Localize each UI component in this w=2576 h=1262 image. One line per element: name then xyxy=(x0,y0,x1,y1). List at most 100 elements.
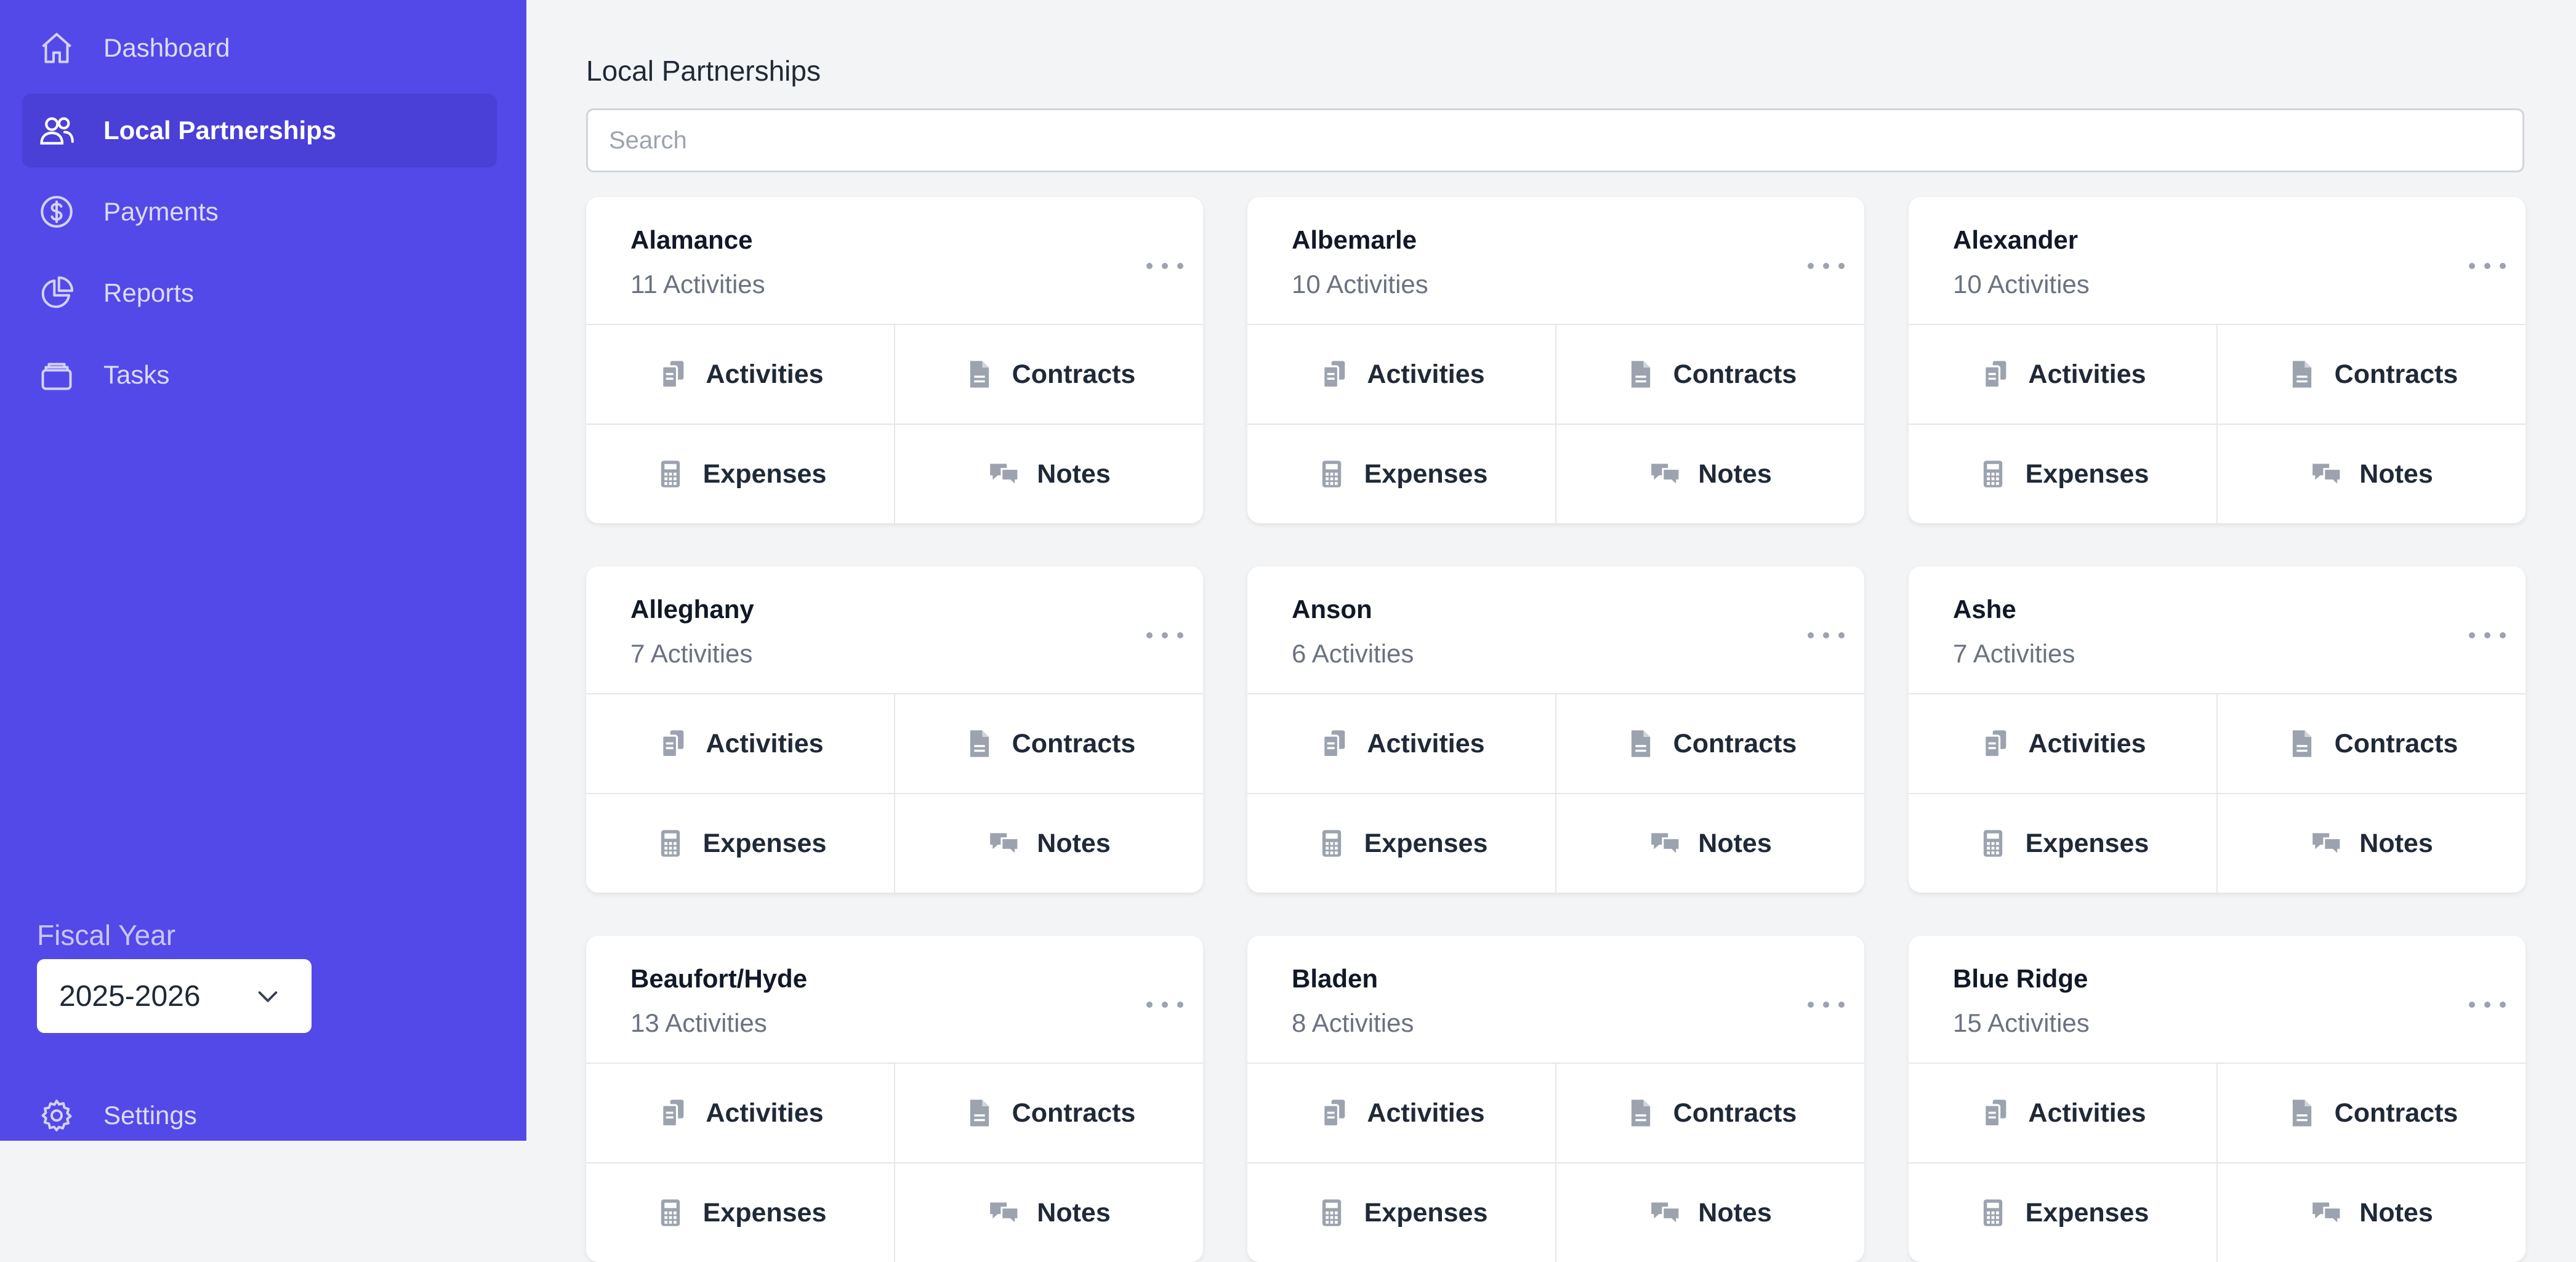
notes-button[interactable]: Notes xyxy=(1556,1164,1864,1262)
expenses-button[interactable]: Expenses xyxy=(1909,1164,2216,1262)
activity-count: 6 Activities xyxy=(1292,639,1414,668)
activities-button[interactable]: Activities xyxy=(586,325,894,424)
activities-button[interactable]: Activities xyxy=(1247,694,1555,793)
fiscal-year-label: Fiscal Year xyxy=(37,919,176,951)
more-options-button[interactable] xyxy=(1146,623,1183,648)
expenses-button[interactable]: Expenses xyxy=(586,425,894,523)
notes-button[interactable]: Notes xyxy=(1556,425,1864,523)
expenses-button[interactable]: Expenses xyxy=(1247,794,1555,893)
notes-button[interactable]: Notes xyxy=(895,794,1203,893)
dot-icon xyxy=(1838,263,1845,269)
activities-label: Activities xyxy=(706,359,824,389)
activity-count: 10 Activities xyxy=(1953,270,2090,299)
activities-icon xyxy=(1318,727,1351,760)
activities-button[interactable]: Activities xyxy=(1909,694,2216,793)
contracts-label: Contracts xyxy=(2334,728,2458,758)
more-options-button[interactable] xyxy=(1808,623,1845,648)
expenses-button[interactable]: Expenses xyxy=(1909,794,2216,893)
more-options-button[interactable] xyxy=(1808,992,1845,1017)
comments-icon xyxy=(2310,457,2343,491)
notes-button[interactable]: Notes xyxy=(895,425,1203,523)
expenses-button[interactable]: Expenses xyxy=(1247,1164,1555,1262)
comments-icon xyxy=(988,827,1021,860)
contracts-label: Contracts xyxy=(1012,359,1136,389)
dot-icon xyxy=(1146,263,1153,269)
more-options-button[interactable] xyxy=(1808,254,1845,278)
contracts-button[interactable]: Contracts xyxy=(895,325,1203,424)
dot-icon xyxy=(1838,1002,1845,1008)
activities-button[interactable]: Activities xyxy=(586,694,894,793)
dot-icon xyxy=(2484,263,2490,269)
activities-button[interactable]: Activities xyxy=(586,1064,894,1162)
fiscal-year-select[interactable]: 2025-2026 xyxy=(37,959,312,1033)
sidebar-item-settings[interactable]: Settings xyxy=(22,1079,497,1152)
notes-label: Notes xyxy=(1037,1197,1111,1228)
activities-button[interactable]: Activities xyxy=(1909,325,2216,424)
partnership-name: Alexander xyxy=(1953,225,2079,254)
contracts-button[interactable]: Contracts xyxy=(895,694,1203,793)
sidebar-item-local-partnerships[interactable]: Local Partnerships xyxy=(22,94,497,167)
dot-icon xyxy=(1162,632,1168,638)
more-options-button[interactable] xyxy=(1146,254,1183,278)
expenses-label: Expenses xyxy=(2025,828,2149,858)
activities-icon xyxy=(1318,1096,1351,1130)
more-options-button[interactable] xyxy=(2469,623,2506,648)
sidebar-item-payments[interactable]: Payments xyxy=(22,175,497,249)
dot-icon xyxy=(2469,1002,2475,1008)
expenses-button[interactable]: Expenses xyxy=(586,794,894,893)
expenses-button[interactable]: Expenses xyxy=(1909,425,2216,523)
activities-label: Activities xyxy=(2028,1098,2146,1128)
sidebar-item-tasks[interactable]: Tasks xyxy=(22,338,497,412)
contracts-button[interactable]: Contracts xyxy=(895,1064,1203,1162)
contracts-button[interactable]: Contracts xyxy=(2218,1064,2526,1162)
expenses-button[interactable]: Expenses xyxy=(1247,425,1555,523)
expenses-label: Expenses xyxy=(702,1197,827,1228)
expenses-label: Expenses xyxy=(1364,828,1488,858)
notes-button[interactable]: Notes xyxy=(1556,794,1864,893)
activities-button[interactable]: Activities xyxy=(1909,1064,2216,1162)
contracts-button[interactable]: Contracts xyxy=(2218,694,2526,793)
notes-button[interactable]: Notes xyxy=(2218,425,2526,523)
notes-button[interactable]: Notes xyxy=(895,1164,1203,1262)
contracts-button[interactable]: Contracts xyxy=(1556,694,1864,793)
contracts-button[interactable]: Contracts xyxy=(1556,325,1864,424)
search-input[interactable] xyxy=(586,108,2524,172)
dot-icon xyxy=(2469,263,2475,269)
calculator-icon xyxy=(1315,1196,1348,1229)
dot-icon xyxy=(2500,1002,2506,1008)
contracts-button[interactable]: Contracts xyxy=(1556,1064,1864,1162)
contracts-label: Contracts xyxy=(1673,728,1797,758)
dot-icon xyxy=(1162,263,1168,269)
dot-icon xyxy=(1162,1002,1168,1008)
activities-button[interactable]: Activities xyxy=(1247,1064,1555,1162)
page-title: Local Partnerships xyxy=(586,55,821,87)
calculator-icon xyxy=(1315,827,1348,860)
document-icon xyxy=(2285,727,2319,760)
sidebar-item-dashboard[interactable]: Dashboard xyxy=(22,11,497,85)
expenses-label: Expenses xyxy=(2025,459,2149,489)
partnership-card: Albemarle 10 Activities Activities Contr… xyxy=(1247,197,1864,523)
partnership-name: Alleghany xyxy=(630,595,754,624)
contracts-button[interactable]: Contracts xyxy=(2218,325,2526,424)
partnership-name: Blue Ridge xyxy=(1953,964,2088,993)
partnership-card: Alamance 11 Activities Activities Contra… xyxy=(586,197,1203,523)
dot-icon xyxy=(2484,1002,2490,1008)
more-options-button[interactable] xyxy=(2469,992,2506,1017)
expenses-label: Expenses xyxy=(702,828,827,858)
notes-button[interactable]: Notes xyxy=(2218,1164,2526,1262)
expenses-label: Expenses xyxy=(1364,459,1488,489)
sidebar-item-reports[interactable]: Reports xyxy=(22,256,497,330)
dot-icon xyxy=(1146,1002,1153,1008)
more-options-button[interactable] xyxy=(1146,992,1183,1017)
notes-button[interactable]: Notes xyxy=(2218,794,2526,893)
sidebar-item-label: Payments xyxy=(103,197,219,226)
partnership-card: Anson 6 Activities Activities Contracts … xyxy=(1247,566,1864,893)
calculator-icon xyxy=(654,1196,687,1229)
gear-icon xyxy=(37,1096,76,1135)
activities-label: Activities xyxy=(1367,1098,1485,1128)
expenses-button[interactable]: Expenses xyxy=(586,1164,894,1262)
activities-button[interactable]: Activities xyxy=(1247,325,1555,424)
partnership-name: Alamance xyxy=(630,225,753,254)
activities-label: Activities xyxy=(1367,728,1485,758)
more-options-button[interactable] xyxy=(2469,254,2506,278)
